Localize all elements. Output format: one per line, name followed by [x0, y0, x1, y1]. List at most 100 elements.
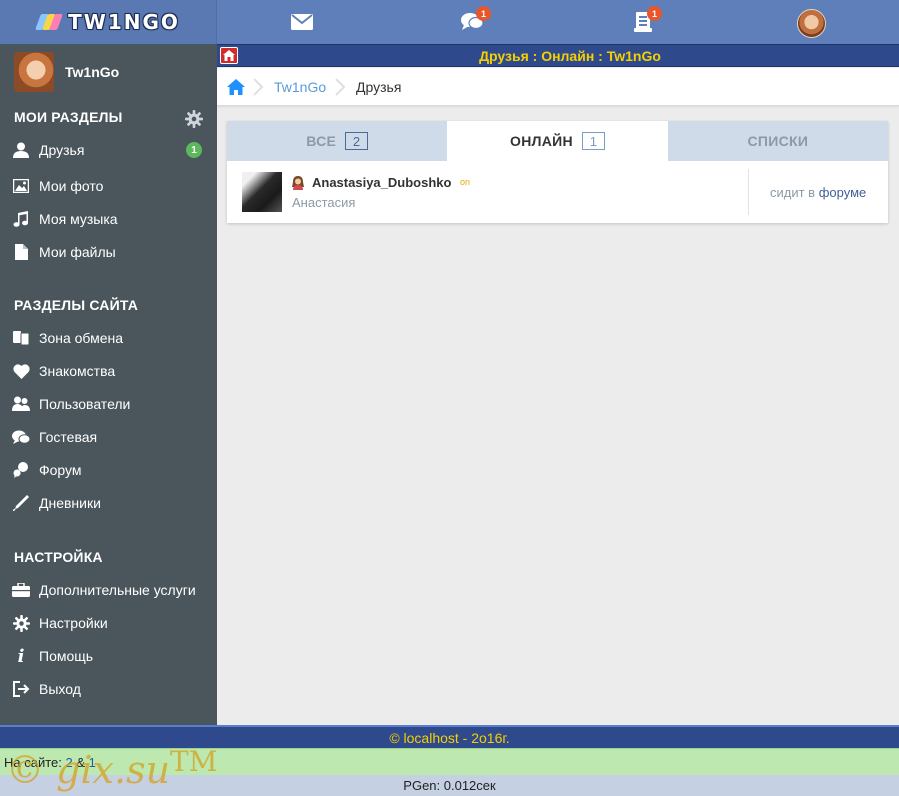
- tab-all[interactable]: ВСЕ 2: [227, 121, 448, 161]
- tab-count: 1: [581, 132, 605, 150]
- sidebar-item-label: Моя музыка: [39, 211, 118, 227]
- avatar[interactable]: [14, 52, 54, 92]
- sidebar-item-forum[interactable]: Форум: [0, 455, 217, 485]
- sidebar-item-help[interactable]: i Помощь: [0, 641, 217, 671]
- sidebar-username[interactable]: Tw1nGo: [65, 64, 119, 80]
- sidebar-item-dating[interactable]: Знакомства: [0, 356, 217, 386]
- tab-label: ВСЕ: [306, 133, 337, 149]
- sidebar-item-label: Помощь: [39, 648, 94, 664]
- notifications-button[interactable]: 1: [630, 6, 662, 35]
- photo-icon: [12, 177, 30, 195]
- sidebar-item-settings[interactable]: Настройки: [0, 608, 217, 638]
- tabs: ВСЕ 2 ОНЛАЙН 1 СПИСКИ: [227, 121, 888, 161]
- friend-status: сидит в форуме: [770, 185, 866, 200]
- friends-count-badge: 1: [186, 142, 202, 158]
- sidebar-item-label: Зона обмена: [39, 330, 124, 346]
- chat-icon: [12, 428, 30, 446]
- online-label: На сайте:: [4, 754, 62, 770]
- user-avatar-button[interactable]: [797, 9, 826, 38]
- title-bar: Друзья : Онлайн : Tw1nGo: [217, 44, 899, 67]
- friend-username[interactable]: Anastasiya_Duboshko: [312, 175, 451, 190]
- mail-icon: [291, 14, 313, 30]
- breadcrumb-current: Друзья: [356, 79, 402, 95]
- sidebar-item-label: Выход: [39, 681, 81, 697]
- sidebar-item-guestbook[interactable]: Гостевая: [0, 422, 217, 452]
- messages-badge: 1: [476, 6, 491, 21]
- chevron-right-icon: [335, 78, 346, 96]
- user-icon: [12, 141, 30, 159]
- chevron-right-icon: [253, 78, 264, 96]
- tab-online[interactable]: ОНЛАЙН 1: [447, 121, 668, 161]
- sidebar-item-label: Друзья: [39, 142, 85, 158]
- messages-button[interactable]: 1: [459, 6, 491, 35]
- copyright: © localhost - 2o16г.: [389, 729, 510, 746]
- tab-lists[interactable]: СПИСКИ: [667, 121, 888, 161]
- section-my: МОИ РАЗДЕЛЫ: [14, 109, 123, 125]
- online-sep: &: [76, 754, 86, 770]
- sidebar-item-label: Гостевая: [39, 429, 98, 445]
- online-bar: На сайте: 2 & 1: [0, 748, 899, 775]
- friend-status-text: сидит в: [770, 185, 816, 200]
- tab-count: 2: [345, 132, 369, 150]
- sidebar-item-files[interactable]: Мои файлы: [0, 237, 217, 267]
- sidebar-item-label: Форум: [39, 462, 82, 478]
- logo[interactable]: TW1NGO: [0, 0, 217, 44]
- sidebar-item-logout[interactable]: Выход: [0, 674, 217, 704]
- section-settings: НАСТРОЙКА: [14, 549, 103, 565]
- sidebar-item-label: Настройки: [39, 615, 108, 631]
- sidebar: Tw1nGo МОИ РАЗДЕЛЫ Друзья 1 Мои фото Моя…: [0, 44, 217, 725]
- sidebar-item-label: Дополнительные услуги: [39, 582, 196, 598]
- logout-icon: [12, 680, 30, 698]
- section-site: РАЗДЕЛЫ САЙТА: [14, 297, 139, 313]
- music-icon: [12, 210, 30, 228]
- divider: [748, 169, 749, 215]
- sidebar-item-label: Знакомства: [39, 363, 116, 379]
- page: TW1NGO 1 1 Tw1nGo МОИ РАЗДЕЛЫ Друзья 1 М…: [0, 0, 899, 796]
- briefcase-icon: [12, 581, 30, 599]
- home-icon: [223, 50, 235, 61]
- main-content: Друзья : Онлайн : Tw1nGo Tw1nGo Друзья В…: [217, 44, 899, 725]
- sidebar-item-exchange[interactable]: Зона обмена: [0, 323, 217, 353]
- sidebar-item-users[interactable]: Пользователи: [0, 389, 217, 419]
- footer: © localhost - 2o16г.: [0, 725, 899, 748]
- pgen-bar: PGen: 0.012сек: [0, 775, 899, 796]
- friend-photo[interactable]: [242, 172, 282, 212]
- logo-text: TW1NGO: [68, 10, 180, 34]
- female-user-icon: [292, 176, 304, 190]
- online-guests-link[interactable]: 1: [89, 755, 96, 770]
- heart-icon: [12, 362, 30, 380]
- sidebar-user[interactable]: Tw1nGo: [14, 52, 214, 96]
- online-count-link[interactable]: 2: [66, 755, 73, 770]
- gear-icon[interactable]: [185, 110, 203, 128]
- page-generation-time: PGen: 0.012сек: [403, 778, 496, 793]
- friend-realname: Анастасия: [292, 195, 356, 210]
- sidebar-item-photos[interactable]: Мои фото: [0, 171, 217, 201]
- home-button[interactable]: [220, 47, 238, 64]
- exchange-icon: [12, 329, 30, 347]
- info-icon: i: [17, 645, 25, 667]
- breadcrumb: Tw1nGo Друзья: [217, 68, 899, 106]
- sidebar-item-label: Мои фото: [39, 178, 104, 194]
- friends-panel: ВСЕ 2 ОНЛАЙН 1 СПИСКИ Anastasiya_Duboshk…: [227, 121, 888, 223]
- logo-icon: [35, 14, 64, 30]
- sidebar-item-blogs[interactable]: Дневники: [0, 488, 217, 518]
- sidebar-item-label: Дневники: [39, 495, 101, 511]
- list-item: Anastasiya_Duboshko on Анастасия сидит в…: [227, 161, 888, 223]
- sidebar-item-label: Пользователи: [39, 396, 131, 412]
- forum-icon: [12, 461, 30, 479]
- tab-label: ОНЛАЙН: [510, 133, 573, 149]
- gear-icon: [12, 614, 30, 632]
- online-indicator: on: [460, 177, 471, 187]
- sidebar-item-friends[interactable]: Друзья 1: [0, 135, 217, 165]
- sidebar-item-label: Мои файлы: [39, 244, 116, 260]
- friend-status-link[interactable]: форуме: [819, 185, 867, 200]
- pen-icon: [12, 494, 30, 512]
- tab-label: СПИСКИ: [747, 133, 809, 149]
- notifications-badge: 1: [647, 6, 662, 21]
- sidebar-item-music[interactable]: Моя музыка: [0, 204, 217, 234]
- breadcrumb-link[interactable]: Tw1nGo: [274, 79, 326, 95]
- home-icon[interactable]: [227, 79, 245, 95]
- mail-button[interactable]: [289, 9, 315, 35]
- sidebar-item-services[interactable]: Дополнительные услуги: [0, 575, 217, 605]
- file-icon: [12, 243, 30, 261]
